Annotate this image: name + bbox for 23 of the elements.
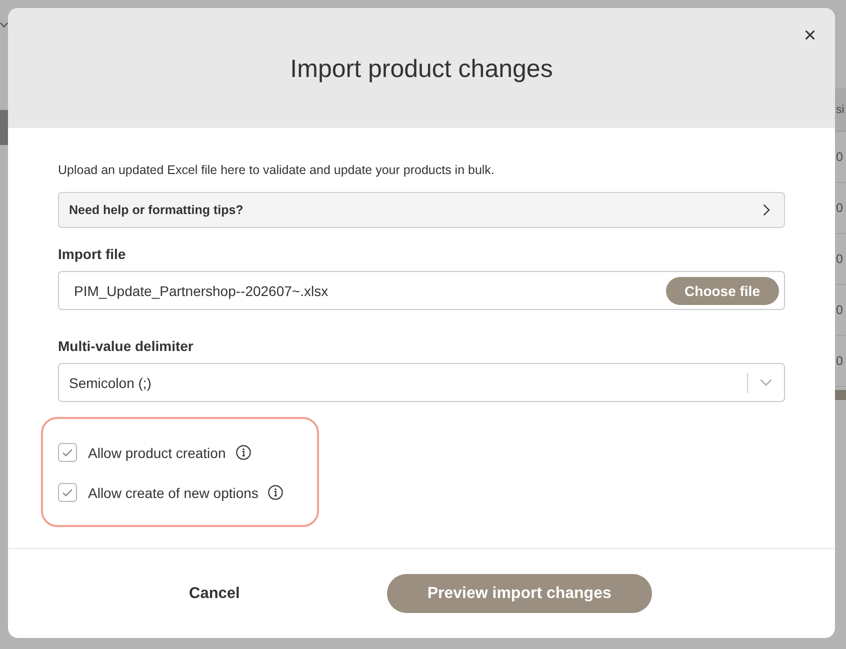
info-icon[interactable]: [236, 445, 251, 460]
field-label: Multi-value delimiter: [58, 338, 194, 354]
chevron-right-icon: [763, 204, 770, 216]
field-label: Import file: [58, 246, 126, 262]
info-icon[interactable]: [268, 485, 284, 500]
delimiter-select[interactable]: Semicolon (;): [58, 363, 785, 402]
checkbox[interactable]: [58, 443, 77, 462]
help-button[interactable]: Need help or formatting tips?: [58, 192, 785, 228]
file-name: PIM_Update_Partnershop--202607~.xlsx: [74, 282, 328, 298]
table-header-cell: si: [835, 88, 846, 132]
dialog-title: Import product changes: [290, 54, 553, 84]
select-value: Semicolon (;): [69, 374, 152, 390]
checkbox-label[interactable]: Allow product creation: [88, 444, 226, 460]
strip: [835, 390, 846, 400]
intro-text: Upload an updated Excel file here to validate and update your products in bulk.: [58, 162, 496, 179]
dark-panel: [0, 110, 8, 145]
checkbox-label[interactable]: Allow create of new options: [88, 484, 258, 500]
cancel-button[interactable]: Cancel: [177, 576, 252, 610]
close-icon[interactable]: [805, 30, 815, 40]
checkbox[interactable]: [58, 483, 77, 502]
file-field[interactable]: PIM_Update_Partnershop--202607~.xlsx Choose file: [58, 271, 785, 310]
chevron-down-icon[interactable]: [0, 22, 8, 28]
chevron-down-icon: [760, 379, 772, 386]
